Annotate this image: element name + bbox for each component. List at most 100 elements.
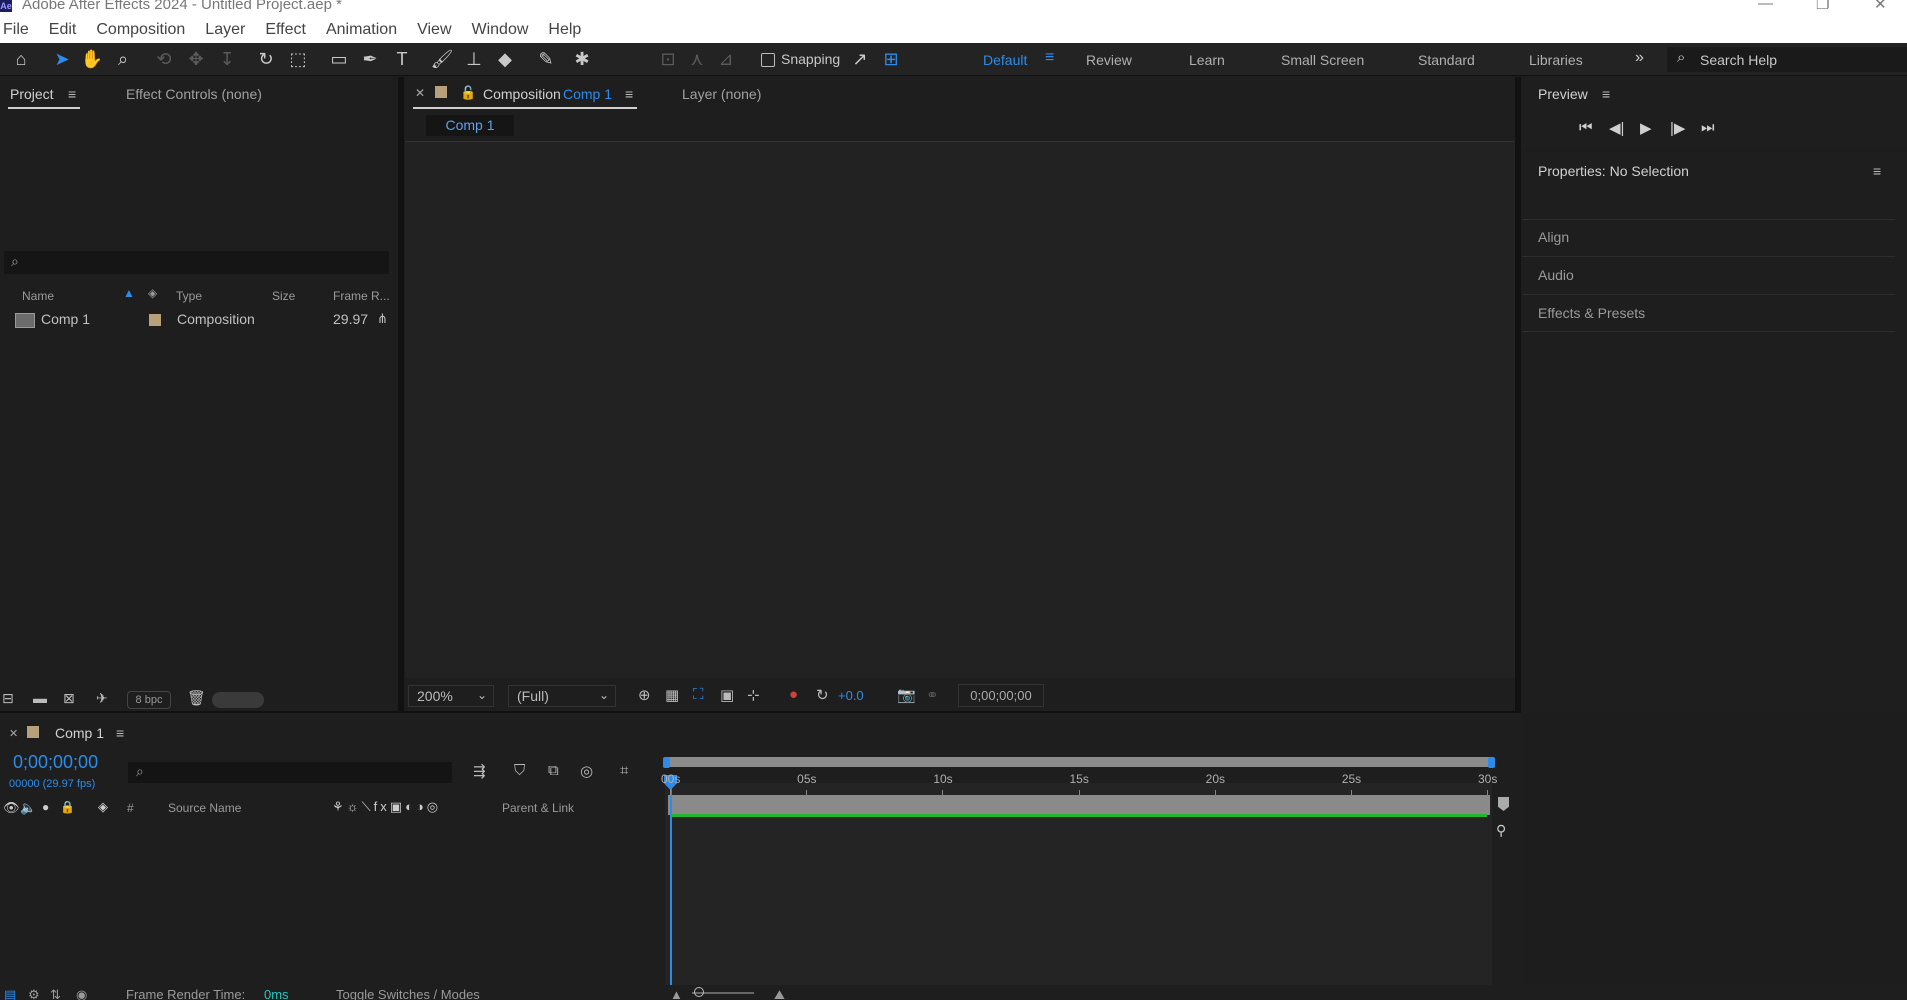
menu-composition[interactable]: Composition	[96, 21, 185, 39]
column-parent-link[interactable]: Parent & Link	[502, 801, 574, 815]
menu-help[interactable]: Help	[548, 21, 581, 39]
thumbnail-slider[interactable]	[212, 692, 264, 708]
composition-mini-flowchart-icon[interactable]: ⇶	[473, 762, 486, 780]
column-type[interactable]: Type	[176, 289, 202, 303]
adjust-settings-icon[interactable]: ✈	[96, 690, 108, 707]
home-icon[interactable]: ⌂	[9, 47, 33, 71]
new-composition-icon[interactable]: ⊠	[63, 690, 75, 707]
project-panel-menu-icon[interactable]: ≡	[68, 86, 76, 102]
workspace-learn[interactable]: Learn	[1189, 52, 1225, 68]
column-size[interactable]: Size	[272, 289, 295, 303]
audio-switch-icon[interactable]: 🔈	[20, 800, 36, 816]
flowchart-icon[interactable]: ⋔	[377, 311, 388, 327]
pan-camera-icon[interactable]: ✥	[184, 47, 208, 71]
comp-button-icon[interactable]: ⚲	[1496, 822, 1506, 839]
tab-effect-controls[interactable]: Effect Controls (none)	[126, 86, 262, 102]
properties-panel-menu-icon[interactable]: ≡	[1873, 163, 1881, 179]
menu-effect[interactable]: Effect	[265, 21, 306, 39]
bit-depth-button[interactable]: 8 bpc	[127, 691, 171, 709]
reset-exposure-icon[interactable]: ↻	[816, 686, 829, 704]
current-time-display[interactable]: 0;00;00;00	[13, 752, 98, 773]
tab-project[interactable]: Project	[10, 86, 54, 102]
toggle-switches-modes-button[interactable]: Toggle Switches / Modes	[336, 987, 480, 1000]
work-area-start-handle[interactable]	[663, 757, 670, 768]
menu-layer[interactable]: Layer	[205, 21, 245, 39]
composition-panel-menu-icon[interactable]: ≡	[625, 86, 633, 102]
column-source-name[interactable]: Source Name	[168, 801, 241, 815]
snap-edges-icon[interactable]: ↗	[848, 47, 872, 71]
transparency-grid-icon[interactable]: ▦	[665, 686, 679, 704]
roto-brush-tool-icon[interactable]: ✎	[534, 47, 558, 71]
workspace-standard[interactable]: Standard	[1418, 52, 1475, 68]
exposure-value[interactable]: +0.0	[838, 688, 864, 703]
panel-divider[interactable]	[1515, 77, 1521, 713]
puppet-pin-tool-icon[interactable]: ✱	[570, 47, 594, 71]
zoom-in-icon[interactable]: ⛰	[774, 987, 785, 1000]
layer-switches-toggle-icon[interactable]: ▤	[4, 987, 16, 1000]
video-switch-icon[interactable]: 👁	[3, 800, 20, 816]
work-area-end-handle[interactable]	[1488, 757, 1495, 768]
label-tag-icon[interactable]: ◈	[98, 799, 108, 815]
solo-switch-icon[interactable]: ●	[42, 800, 49, 814]
section-align[interactable]: Align	[1538, 229, 1569, 245]
selection-tool-icon[interactable]: ➤	[50, 47, 74, 71]
zoom-slider-knob[interactable]	[694, 987, 704, 997]
grid-guides-icon[interactable]: ⊹	[747, 686, 760, 704]
comp-breadcrumb[interactable]: Comp 1	[426, 115, 514, 136]
timeline-comp-tab[interactable]: Comp 1	[55, 725, 104, 741]
work-area-bar[interactable]	[666, 757, 1492, 767]
panel-divider[interactable]	[398, 77, 404, 713]
local-axis-icon[interactable]: ⊡	[656, 47, 680, 71]
transfer-controls-toggle-icon[interactable]: ⚙	[28, 987, 40, 1000]
draft-3d-icon[interactable]: ⛉	[514, 762, 525, 779]
snap-features-icon[interactable]: ⊞	[879, 47, 903, 71]
composition-viewer[interactable]	[405, 141, 1515, 678]
magnification-dropdown[interactable]: 200% ⌄	[408, 685, 494, 707]
show-snapshot-icon[interactable]: ⚭	[926, 686, 939, 704]
preview-panel-menu-icon[interactable]: ≡	[1602, 86, 1610, 102]
timeline-search-input[interactable]: ⌕	[128, 762, 452, 783]
play-icon[interactable]: ▶	[1640, 119, 1652, 137]
graph-editor-icon[interactable]: ⌗	[620, 762, 628, 779]
dolly-camera-icon[interactable]: ↧	[215, 47, 239, 71]
section-audio[interactable]: Audio	[1538, 267, 1574, 283]
project-item-name[interactable]: Comp 1	[41, 311, 90, 327]
pan-behind-tool-icon[interactable]: ⬚	[286, 47, 310, 71]
viewer-timecode[interactable]: 0;00;00;00	[958, 684, 1044, 707]
close-tab-icon[interactable]: ✕	[415, 86, 425, 100]
timeline-panel-menu-icon[interactable]: ≡	[116, 725, 124, 741]
frame-blending-icon[interactable]: ◎	[580, 762, 593, 780]
world-axis-icon[interactable]: ⋏	[685, 47, 709, 71]
brush-tool-icon[interactable]: 🖌	[430, 47, 454, 71]
next-frame-icon[interactable]: |▶	[1670, 119, 1685, 137]
fast-previews-icon[interactable]: ⊕	[638, 686, 651, 704]
type-tool-icon[interactable]: T	[390, 47, 414, 71]
new-folder-icon[interactable]: ▬	[33, 690, 47, 706]
column-frame-rate[interactable]: Frame R...	[333, 289, 390, 303]
workspace-review[interactable]: Review	[1086, 52, 1132, 68]
snapping-checkbox[interactable]	[761, 53, 775, 67]
region-of-interest-icon[interactable]: ▣	[720, 686, 734, 704]
close-timeline-icon[interactable]: ✕	[9, 727, 18, 740]
minimize-icon[interactable]: —	[1758, 0, 1773, 12]
menu-animation[interactable]: Animation	[326, 21, 397, 39]
previous-frame-icon[interactable]: ◀|	[1609, 119, 1624, 137]
label-color-swatch[interactable]	[149, 314, 161, 326]
label-tag-icon[interactable]: ◈	[148, 286, 157, 300]
tab-composition-label[interactable]: Composition	[483, 86, 561, 102]
tab-layer[interactable]: Layer (none)	[682, 86, 761, 102]
rectangle-tool-icon[interactable]: ▭	[327, 47, 351, 71]
tab-composition-name[interactable]: Comp 1	[563, 86, 612, 102]
workspace-libraries[interactable]: Libraries	[1529, 52, 1583, 68]
mask-visibility-icon[interactable]: ⛶	[693, 686, 704, 703]
zoom-tool-icon[interactable]: ⌕	[111, 47, 135, 71]
current-time-indicator[interactable]	[670, 775, 672, 985]
column-name[interactable]: Name	[22, 289, 54, 303]
project-search-input[interactable]: ⌕	[4, 251, 389, 274]
menu-view[interactable]: View	[417, 21, 451, 39]
zoom-out-icon[interactable]: ▲	[670, 987, 683, 1000]
search-help-field[interactable]: ⌕ Search Help	[1667, 47, 1907, 72]
maximize-icon[interactable]: ❐	[1816, 0, 1829, 13]
more-workspaces-icon[interactable]: »	[1635, 49, 1644, 67]
menu-window[interactable]: Window	[472, 21, 529, 39]
